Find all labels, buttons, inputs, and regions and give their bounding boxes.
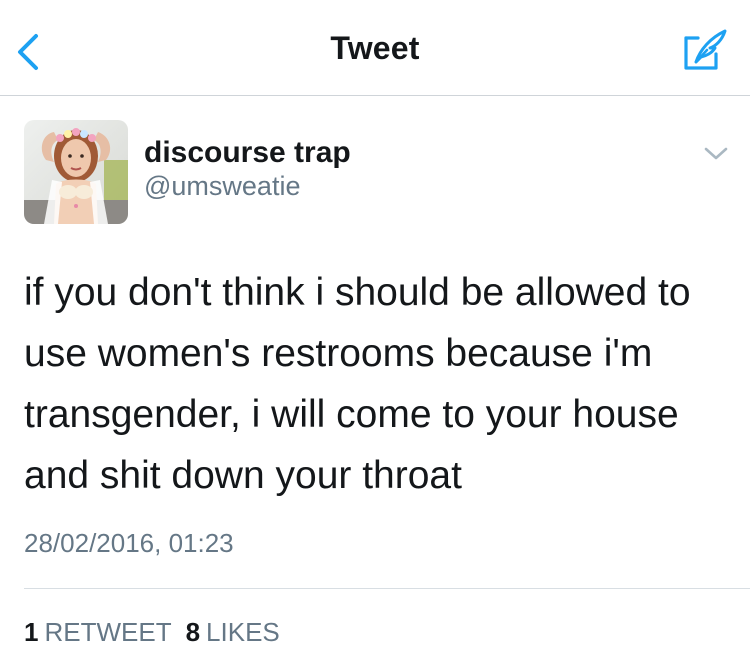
avatar[interactable] [24,120,128,224]
tweet-text-line: if you don't think i should be allowed t… [24,271,691,314]
tweet-text-line: use women's restrooms because i'm [24,332,653,375]
chevron-down-icon [704,147,728,160]
tweet-menu-button[interactable] [703,143,729,163]
compose-quill-icon [684,29,727,70]
tweet-text-line: and shit down your throat [24,454,462,497]
tweet-timestamp: 28/02/2016, 01:23 [24,528,234,558]
retweets-label: RETWEET [44,617,172,647]
divider [24,588,750,589]
tweet-text: if you don't think i should be allowed t… [24,262,730,506]
tweet-stats: 1 RETWEET 8 LIKES [24,617,294,648]
nav-bar: Tweet [0,0,750,96]
page-title: Tweet [330,30,420,66]
likes-count: 8 [185,617,201,647]
retweets-count: 1 [24,617,39,647]
tweet-text-line: transgender, i will come to your house [24,393,679,436]
likes-label: LIKES [206,617,280,647]
retweets-stat[interactable]: 1 RETWEET [24,617,172,648]
compose-button[interactable] [682,28,728,72]
profile-photo [24,120,128,224]
author-display-name[interactable]: discourse trap [144,136,351,170]
author-handle[interactable]: @umsweatie [144,171,300,202]
likes-stat[interactable]: 8 LIKES [186,617,280,648]
